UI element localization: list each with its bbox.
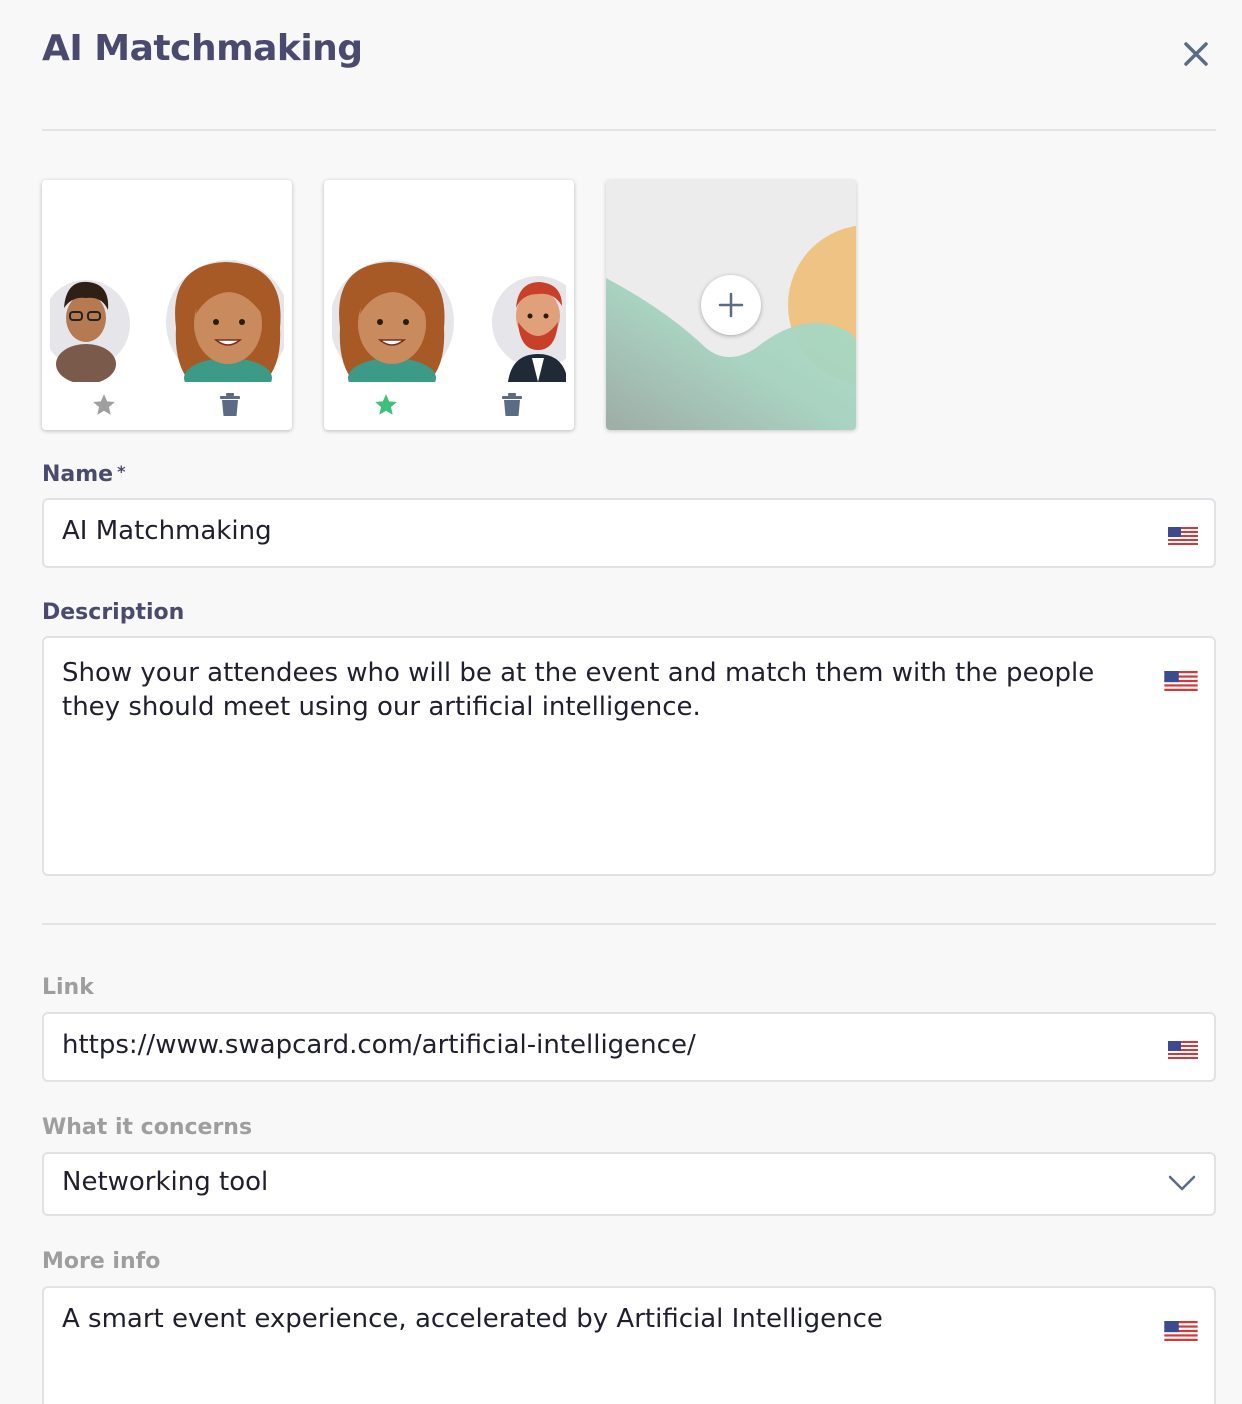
- concerns-select[interactable]: Networking tool: [42, 1152, 1216, 1216]
- close-icon: [1184, 42, 1208, 66]
- image-card-1: [42, 180, 292, 430]
- more-info-value: A smart event experience, accelerated by…: [62, 1304, 883, 1334]
- link-label: Link: [42, 975, 94, 1000]
- star-icon: [375, 394, 397, 415]
- plus-icon: [718, 292, 744, 318]
- name-input-value: AI Matchmaking: [62, 516, 272, 546]
- section-divider: [42, 923, 1216, 925]
- header-divider: [42, 129, 1216, 131]
- close-button[interactable]: [1178, 36, 1214, 72]
- trash-icon: [220, 393, 240, 416]
- add-image-button[interactable]: [701, 275, 761, 335]
- concerns-selected-value: Networking tool: [62, 1167, 269, 1197]
- delete-image-button[interactable]: [497, 390, 527, 420]
- us-flag-icon[interactable]: [1164, 671, 1198, 691]
- concerns-label: What it concerns: [42, 1115, 253, 1140]
- us-flag-icon[interactable]: [1168, 1041, 1198, 1059]
- image-card-2: [324, 180, 574, 430]
- trash-icon: [502, 393, 522, 416]
- name-label: Name *: [42, 462, 125, 487]
- us-flag-icon[interactable]: [1168, 527, 1198, 545]
- required-mark: *: [117, 462, 126, 481]
- description-textarea[interactable]: Show your attendees who will be at the e…: [42, 636, 1216, 876]
- link-input-value: https://www.swapcard.com/artificial-inte…: [62, 1030, 696, 1060]
- us-flag-icon[interactable]: [1164, 1321, 1198, 1341]
- avatar-illustration: [332, 188, 566, 382]
- avatar-illustration: [50, 188, 284, 382]
- description-value: Show your attendees who will be at the e…: [62, 658, 1095, 722]
- description-label: Description: [42, 600, 185, 625]
- more-info-label: More info: [42, 1249, 161, 1274]
- add-image-card[interactable]: [606, 180, 856, 430]
- star-icon: [93, 394, 115, 415]
- set-favorite-button[interactable]: [371, 390, 401, 420]
- more-info-textarea[interactable]: A smart event experience, accelerated by…: [42, 1286, 1216, 1404]
- chevron-down-icon[interactable]: [1168, 1174, 1196, 1192]
- name-input[interactable]: AI Matchmaking: [42, 498, 1216, 568]
- link-input[interactable]: https://www.swapcard.com/artificial-inte…: [42, 1012, 1216, 1082]
- page-title: AI Matchmaking: [42, 28, 363, 69]
- name-label-text: Name: [42, 462, 114, 487]
- delete-image-button[interactable]: [215, 390, 245, 420]
- set-favorite-button[interactable]: [89, 390, 119, 420]
